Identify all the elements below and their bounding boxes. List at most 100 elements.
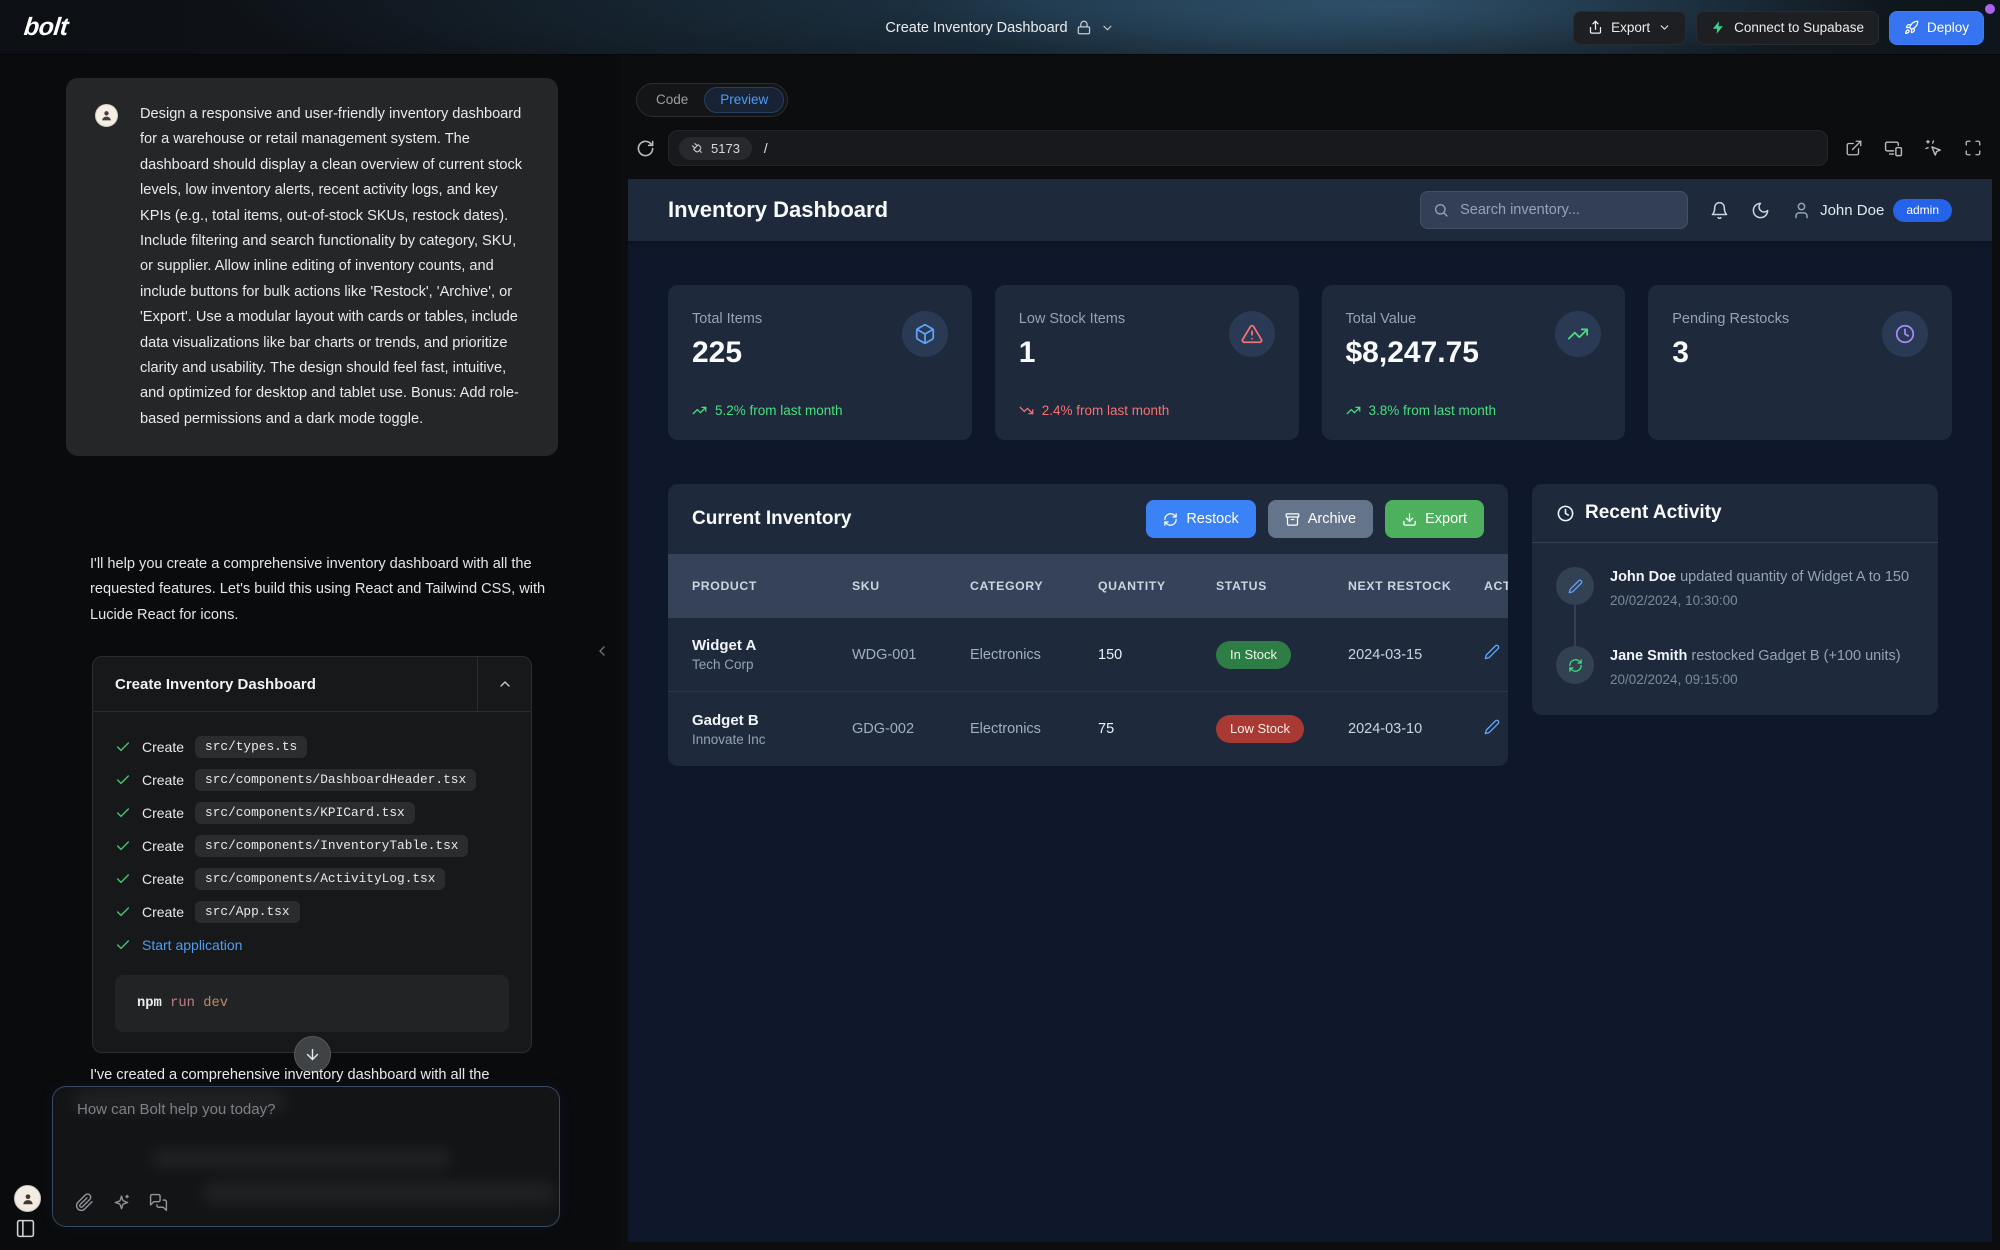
- col-sku: SKU: [852, 578, 970, 595]
- col-status: Status: [1216, 578, 1348, 595]
- kpi-trend-text: 5.2% from last month: [715, 403, 843, 418]
- artifact-card: Create Inventory Dashboard Create src/ty…: [92, 656, 532, 1053]
- cell-sku: WDG-001: [852, 647, 970, 663]
- check-icon: [115, 805, 131, 821]
- reload-icon[interactable]: [636, 139, 655, 158]
- share-icon: [1588, 20, 1603, 35]
- chat-input[interactable]: [75, 1099, 515, 1143]
- file-chip[interactable]: src/components/KPICard.tsx: [195, 802, 415, 824]
- artifact-step: Create src/types.ts: [115, 730, 509, 763]
- supabase-icon: [1711, 20, 1726, 35]
- sidebar-toggle-icon[interactable]: [15, 1218, 36, 1239]
- export-data-button[interactable]: Export: [1385, 500, 1484, 538]
- trending-up-icon: [1567, 323, 1589, 345]
- artifact-step: Create src/components/InventoryTable.tsx: [115, 829, 509, 862]
- user-prompt-text: Design a responsive and user-friendly in…: [140, 102, 530, 432]
- file-chip[interactable]: src/components/ActivityLog.tsx: [195, 868, 445, 890]
- package-icon: [914, 323, 936, 345]
- trending-up-icon: [1346, 403, 1361, 418]
- table-header: Product SKU Category Quantity Status Nex…: [668, 554, 1508, 618]
- attach-file-icon[interactable]: [75, 1193, 94, 1212]
- tab-preview[interactable]: Preview: [704, 87, 784, 113]
- enhance-prompt-icon[interactable]: [112, 1193, 131, 1212]
- trending-up-icon: [692, 403, 707, 418]
- user-icon: [1792, 201, 1811, 220]
- dark-mode-toggle-icon[interactable]: [1751, 201, 1770, 220]
- clock-icon: [1556, 504, 1575, 523]
- check-icon: [115, 772, 131, 788]
- user-menu[interactable]: John Doe admin: [1792, 199, 1952, 222]
- refresh-icon: [1163, 512, 1178, 527]
- refresh-icon: [1568, 658, 1583, 673]
- restock-button[interactable]: Restock: [1146, 500, 1255, 538]
- port-number: 5173: [711, 141, 740, 156]
- file-chip[interactable]: src/App.tsx: [195, 901, 299, 923]
- step-verb: Create: [142, 739, 184, 755]
- edit-pencil-icon[interactable]: [1484, 644, 1500, 660]
- artifact-collapse-button[interactable]: [477, 657, 531, 711]
- kpi-cards: Total Items 225 5.2% from last month Low…: [668, 285, 1952, 440]
- kpi-low-stock: Low Stock Items 1 2.4% from last month: [995, 285, 1299, 440]
- port-chip[interactable]: 5173: [679, 137, 752, 160]
- check-icon: [115, 838, 131, 854]
- project-title-menu[interactable]: Create Inventory Dashboard: [885, 0, 1114, 55]
- connect-supabase-button[interactable]: Connect to Supabase: [1696, 11, 1879, 45]
- notifications-bell-icon[interactable]: [1710, 201, 1729, 220]
- chevron-down-icon: [1101, 21, 1115, 35]
- dashboard-header: Inventory Dashboard: [628, 179, 1992, 241]
- kpi-pending-restocks: Pending Restocks 3: [1648, 285, 1952, 440]
- command-bin: npm: [137, 996, 162, 1011]
- bolt-logo[interactable]: bolt: [22, 13, 69, 42]
- cell-quantity[interactable]: 75: [1098, 721, 1216, 737]
- inspect-element-icon[interactable]: [1924, 139, 1943, 158]
- chevron-up-icon: [497, 676, 513, 692]
- activity-action: restocked Gadget B (+100 units): [1691, 648, 1900, 664]
- cell-quantity[interactable]: 150: [1098, 647, 1216, 663]
- assistant-closing-text: I've created a comprehensive inventory d…: [90, 1067, 568, 1083]
- url-path: /: [764, 141, 768, 156]
- product-name: Gadget B: [692, 712, 852, 729]
- product-supplier: Innovate Inc: [692, 732, 852, 747]
- file-chip[interactable]: src/components/DashboardHeader.tsx: [195, 769, 476, 791]
- cell-next-restock: 2024-03-10: [1348, 721, 1484, 737]
- artifact-title: Create Inventory Dashboard: [93, 657, 477, 711]
- command-arg: dev: [203, 996, 228, 1011]
- fullscreen-icon[interactable]: [1964, 139, 1982, 157]
- account-avatar[interactable]: [14, 1185, 41, 1212]
- cell-category: Electronics: [970, 721, 1098, 737]
- step-verb: Create: [142, 838, 184, 854]
- chat-panel: Design a responsive and user-friendly in…: [0, 55, 621, 1250]
- command-sub: run: [170, 996, 195, 1011]
- deploy-button[interactable]: Deploy: [1889, 11, 1984, 45]
- archive-icon: [1285, 512, 1300, 527]
- start-application-link[interactable]: Start application: [142, 937, 242, 953]
- chevron-down-icon: [1658, 21, 1671, 34]
- download-icon: [1402, 512, 1417, 527]
- export-data-label: Export: [1425, 511, 1467, 527]
- file-chip[interactable]: src/components/InventoryTable.tsx: [195, 835, 468, 857]
- terminal-command: npm run dev: [115, 975, 509, 1032]
- kpi-total-value: Total Value $8,247.75 3.8% from last mon…: [1322, 285, 1626, 440]
- address-input[interactable]: 5173 /: [668, 130, 1828, 166]
- archive-button[interactable]: Archive: [1268, 500, 1373, 538]
- file-chip[interactable]: src/types.ts: [195, 736, 307, 758]
- assistant-intro-text: I'll help you create a comprehensive inv…: [90, 552, 566, 628]
- collapse-chat-handle[interactable]: [594, 643, 610, 659]
- supabase-label: Connect to Supabase: [1734, 20, 1864, 35]
- restock-label: Restock: [1186, 511, 1238, 527]
- cell-next-restock: 2024-03-15: [1348, 647, 1484, 663]
- inventory-card: Current Inventory Restock Archive: [668, 484, 1508, 766]
- status-badge: In Stock: [1216, 641, 1291, 669]
- col-actions: Actions: [1484, 578, 1508, 595]
- open-in-new-tab-icon[interactable]: [1845, 139, 1863, 157]
- chat-mode-icon[interactable]: [149, 1193, 168, 1212]
- search-input[interactable]: [1458, 201, 1675, 219]
- pencil-icon: [1568, 579, 1583, 594]
- export-button[interactable]: Export: [1573, 11, 1686, 45]
- edit-pencil-icon[interactable]: [1484, 719, 1500, 735]
- tab-code[interactable]: Code: [640, 87, 704, 113]
- responsive-devices-icon[interactable]: [1884, 139, 1903, 158]
- view-tabs: Code Preview: [636, 83, 1992, 117]
- inventory-search: [1420, 191, 1688, 229]
- activity-timestamp: 20/02/2024, 09:15:00: [1610, 672, 1901, 687]
